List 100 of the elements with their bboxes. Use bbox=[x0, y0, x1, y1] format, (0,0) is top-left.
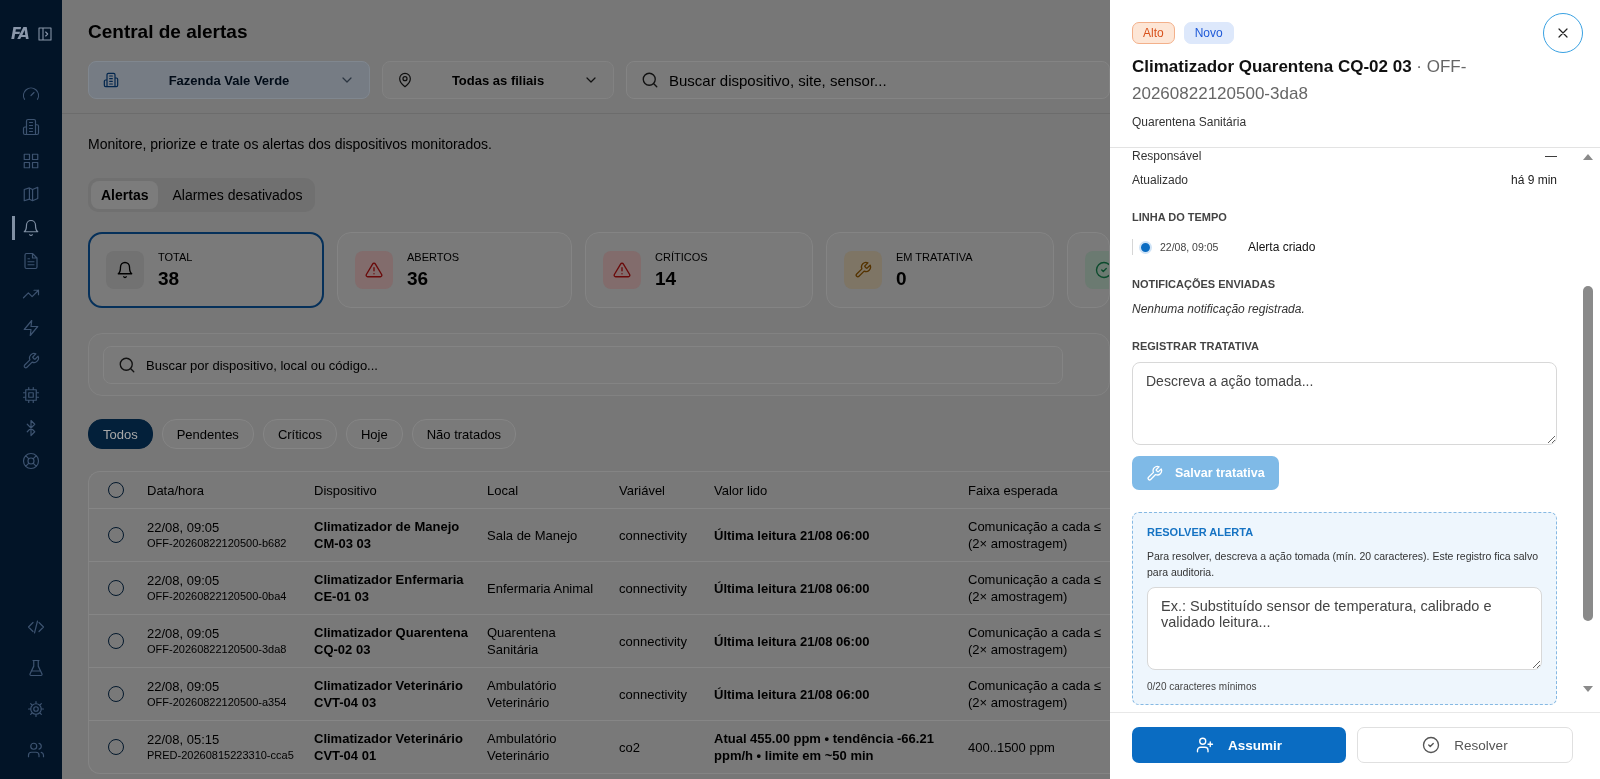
severity-badge: Alto bbox=[1132, 22, 1175, 44]
alert-location: Quarentena Sanitária bbox=[1132, 114, 1248, 130]
stat-card[interactable] bbox=[1067, 232, 1110, 308]
table-cell-text: Comunicação a cada ≤ (2× amostragem) bbox=[967, 518, 1102, 552]
search-field[interactable]: Buscar dispositivo, site, sensor... bbox=[626, 61, 1110, 99]
filter-chip[interactable]: Hoje bbox=[345, 419, 403, 449]
stat-label: EM TRATATIVA bbox=[896, 249, 973, 264]
wrench-icon bbox=[1146, 464, 1163, 482]
user-plus-icon bbox=[1196, 736, 1214, 754]
status-badge: Novo bbox=[1183, 22, 1234, 44]
character-counter: 0/20 caracteres mínimos bbox=[1147, 681, 1258, 692]
location-pin-icon bbox=[397, 72, 413, 88]
tab[interactable]: Alertas bbox=[91, 181, 159, 209]
filter-chip[interactable]: Não tratados bbox=[411, 419, 517, 449]
event-text: Alerta criado bbox=[1248, 240, 1316, 254]
sidebar-toggle-icon[interactable] bbox=[36, 26, 53, 42]
table-cell-text: 400..1500 ppm bbox=[967, 738, 1056, 756]
logo: FA bbox=[11, 25, 29, 43]
filter-chip[interactable]: Pendentes bbox=[161, 419, 254, 449]
table-cell-text: Climatizador Enfermaria CE-01 03 bbox=[313, 571, 465, 605]
tab[interactable]: Alarmes desativados bbox=[162, 181, 313, 209]
code-icon bbox=[27, 618, 45, 636]
building-icon bbox=[22, 118, 40, 137]
alert-code: OFF-20260822120500-b682 bbox=[147, 536, 288, 550]
table-cell-text: Comunicação a cada ≤ (2× amostragem) bbox=[967, 571, 1102, 605]
filter-chip[interactable]: Críticos bbox=[262, 419, 337, 449]
alert-code: OFF-20260822120500-a354 bbox=[147, 695, 288, 709]
farm-select[interactable]: Fazenda Vale Verde bbox=[88, 61, 370, 99]
building-icon bbox=[103, 72, 119, 88]
table-cell-text: connectivity bbox=[618, 579, 688, 597]
bell-icon bbox=[22, 218, 40, 237]
table-cell-text: Última leitura 21/08 06:00 bbox=[713, 632, 871, 650]
resolve-heading: RESOLVER ALERTA bbox=[1147, 525, 1255, 539]
assume-button[interactable]: Assumir bbox=[1132, 727, 1346, 763]
section-heading: NOTIFICAÇÕES ENVIADAS bbox=[1132, 277, 1276, 291]
table-cell-text: Enfermaria Animal bbox=[486, 579, 595, 597]
table-cell-text: Climatizador Veterinário CVT-04 01 bbox=[313, 730, 464, 764]
table-cell-text: Última leitura 21/08 06:00 bbox=[713, 526, 871, 544]
resolve-button[interactable]: Resolver bbox=[1357, 727, 1573, 763]
document-icon bbox=[22, 251, 40, 270]
section-heading: LINHA DO TEMPO bbox=[1132, 210, 1228, 224]
page-description: Monitore, priorize e trate os alertas dos dispositivos monitorados. bbox=[88, 136, 493, 152]
stat-label: CRÍTICOS bbox=[655, 249, 708, 264]
lifebuoy-icon bbox=[22, 452, 40, 471]
event-time: 22/08, 09:05 bbox=[1160, 241, 1220, 253]
table-cell-text: Climatizador Veterinário CVT-04 03 bbox=[313, 677, 464, 711]
lightning-icon bbox=[22, 318, 40, 337]
search-icon bbox=[118, 356, 136, 374]
column-header: Data/hora bbox=[146, 481, 206, 499]
alert-time: 22/08, 09:05 bbox=[147, 679, 221, 695]
table-cell-text: co2 bbox=[618, 738, 641, 756]
column-header: Valor lido bbox=[713, 481, 769, 499]
table-cell-text: Comunicação a cada ≤ (2× amostragem) bbox=[967, 624, 1102, 658]
stat-card[interactable]: CRÍTICOS 14 bbox=[585, 232, 813, 308]
grid-icon bbox=[22, 151, 40, 170]
table-cell-text: Comunicação a cada ≤ (2× amostragem) bbox=[967, 677, 1102, 711]
table-cell-text: Climatizador Quarentena CQ-02 03 bbox=[313, 624, 469, 658]
table-cell-text: Atual 455.00 ppm • tendência -66.21 ppm/h • limite em ~50 min bbox=[713, 730, 935, 764]
search-input[interactable]: Buscar por dispositivo, local ou código... bbox=[146, 357, 1048, 373]
column-header: Faixa esperada bbox=[967, 481, 1059, 499]
stat-value: 38 bbox=[158, 266, 181, 291]
stat-card[interactable]: ABERTOS 36 bbox=[337, 232, 572, 308]
table-cell-text: Climatizador de Manejo CM-03 03 bbox=[313, 518, 461, 552]
table-cell-text: connectivity bbox=[618, 685, 688, 703]
map-icon bbox=[22, 185, 40, 204]
chip-icon bbox=[22, 385, 40, 404]
alert-time: 22/08, 09:05 bbox=[147, 520, 221, 536]
table-cell-text: connectivity bbox=[618, 632, 688, 650]
gauge-icon bbox=[22, 85, 40, 103]
alert-code: OFF-20260822120500-3da8 bbox=[147, 642, 288, 656]
branch-select[interactable]: Todas as filiais bbox=[382, 61, 614, 99]
input-field[interactable]: Ex.: Substituído sensor de temperatura, calibrado e validado leitura... bbox=[1147, 587, 1542, 670]
warning-icon bbox=[365, 261, 383, 279]
alert-time: 22/08, 09:05 bbox=[147, 573, 221, 589]
alert-code: OFF-20260822120500-0ba4 bbox=[147, 589, 288, 603]
stat-value: 0 bbox=[896, 266, 908, 291]
stat-value: 14 bbox=[655, 266, 678, 291]
table-cell-text: Sala de Manejo bbox=[486, 526, 579, 544]
stat-label: ABERTOS bbox=[407, 249, 460, 264]
timeline-dot bbox=[1139, 240, 1152, 254]
page-title: Central de alertas bbox=[88, 20, 249, 44]
filter-chip[interactable]: Todos bbox=[88, 419, 153, 449]
table-cell-text: Última leitura 21/08 06:00 bbox=[713, 685, 871, 703]
table-cell-text: Última leitura 21/08 06:00 bbox=[713, 579, 871, 597]
column-header: Local bbox=[486, 481, 520, 499]
search-field[interactable]: Buscar por dispositivo, local ou código... bbox=[103, 346, 1063, 384]
search-input[interactable]: Buscar dispositivo, site, sensor... bbox=[669, 71, 1095, 89]
section-heading: REGISTRAR TRATATIVA bbox=[1132, 339, 1260, 353]
stat-card[interactable]: EM TRATATIVA 0 bbox=[826, 232, 1054, 308]
stat-card[interactable]: TOTAL 38 bbox=[88, 232, 324, 308]
bell-icon bbox=[116, 261, 134, 279]
table-cell-text: Ambulatório Veterinário bbox=[486, 677, 558, 711]
empty-message: Nenhuma notificação registrada. bbox=[1132, 301, 1306, 317]
search-icon bbox=[641, 71, 659, 89]
wrench-icon bbox=[22, 352, 40, 371]
column-header: Variável bbox=[618, 481, 666, 499]
detail-label: Responsável bbox=[1132, 148, 1202, 164]
table-cell-text: Ambulatório Veterinário bbox=[486, 730, 558, 764]
column-header: Dispositivo bbox=[313, 481, 378, 499]
detail-value: — bbox=[1545, 148, 1557, 164]
